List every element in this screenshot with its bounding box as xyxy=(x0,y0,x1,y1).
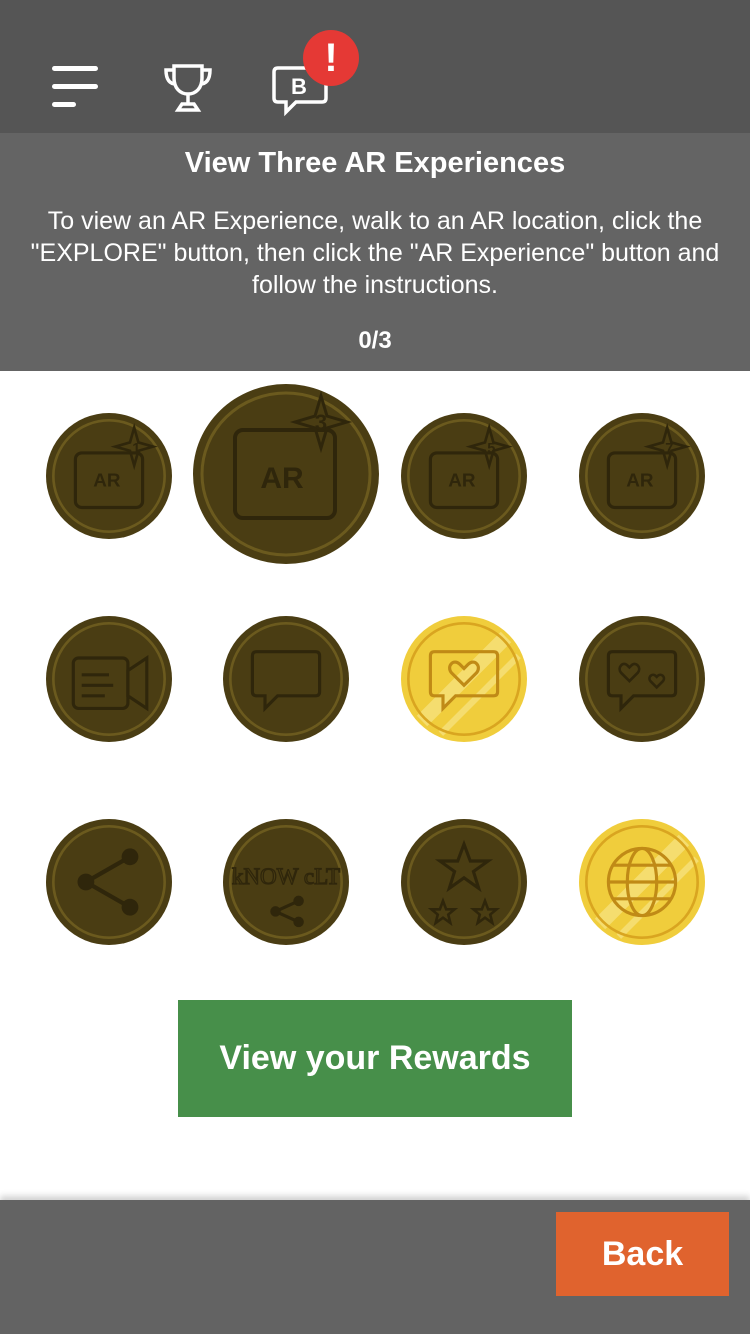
ar-number: 5 xyxy=(487,441,495,457)
badge-video[interactable] xyxy=(46,616,172,742)
stars-icon xyxy=(401,819,527,945)
ar-label: AR xyxy=(448,471,476,492)
chat-bubble-icon xyxy=(223,616,349,742)
top-bar: B ! xyxy=(0,0,750,133)
ar-label: AR xyxy=(260,462,304,495)
challenge-panel: View Three AR Experiences To view an AR … xyxy=(0,133,750,371)
challenge-description: To view an AR Experience, walk to an AR … xyxy=(30,207,720,299)
badge-stars[interactable] xyxy=(401,819,527,945)
badge-hearts-chat[interactable] xyxy=(579,616,705,742)
share-icon xyxy=(46,819,172,945)
view-rewards-button[interactable]: View your Rewards xyxy=(178,1000,572,1117)
badge-ar-1[interactable]: AR 1 xyxy=(46,413,172,539)
ar-number: 3 xyxy=(315,410,327,435)
globe-icon xyxy=(579,819,705,945)
badge-know-clt[interactable]: kNOW cLT xyxy=(223,819,349,945)
ar-number: 7 xyxy=(665,441,673,457)
back-button[interactable]: Back xyxy=(556,1212,729,1296)
video-call-icon xyxy=(46,616,172,742)
ar-label: AR xyxy=(626,471,654,492)
challenge-title: View Three AR Experiences xyxy=(184,147,566,179)
badge-ar-7[interactable]: AR 7 xyxy=(579,413,705,539)
ar-label: AR xyxy=(93,471,121,492)
hearts-chat-icon xyxy=(579,616,705,742)
ar-number: 1 xyxy=(132,441,140,457)
trophy-icon[interactable] xyxy=(160,60,216,116)
know-clt-label: kNOW cLT xyxy=(232,863,340,889)
badge-globe[interactable] xyxy=(579,819,705,945)
badge-ar-5[interactable]: AR 5 xyxy=(401,413,527,539)
menu-icon[interactable] xyxy=(46,60,102,116)
badge-letter: B xyxy=(291,74,307,99)
badge-chat[interactable] xyxy=(223,616,349,742)
badge-share[interactable] xyxy=(46,819,172,945)
badge-heart-chat[interactable] xyxy=(401,616,527,742)
badge-ar-3[interactable]: AR 3 xyxy=(193,384,379,564)
challenge-progress: 0/3 xyxy=(358,327,392,354)
bottom-bar: Back xyxy=(0,1200,750,1334)
heart-chat-icon xyxy=(401,616,527,742)
alert-badge[interactable]: ! xyxy=(303,30,359,86)
